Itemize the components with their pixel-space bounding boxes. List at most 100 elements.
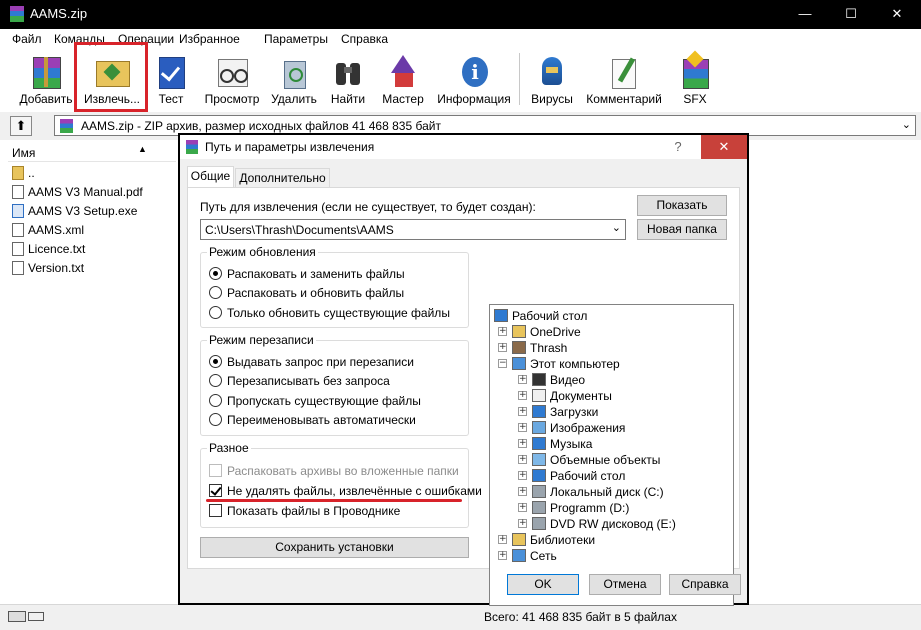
- checkbox[interactable]: [209, 504, 222, 517]
- radio-button[interactable]: [209, 394, 222, 407]
- checkbox[interactable]: [209, 484, 222, 497]
- sfx-label: SFX: [683, 92, 707, 106]
- key-icon: [28, 612, 44, 621]
- menu-favorites[interactable]: Избранное: [179, 32, 240, 46]
- expand-icon[interactable]: +: [498, 343, 507, 352]
- radio-button[interactable]: [209, 306, 222, 319]
- path-input[interactable]: C:\Users\Thrash\Documents\AAMS ⌄: [200, 219, 626, 240]
- expand-icon[interactable]: +: [518, 487, 527, 496]
- expand-icon[interactable]: +: [518, 503, 527, 512]
- expand-icon[interactable]: +: [518, 439, 527, 448]
- expand-icon[interactable]: +: [518, 391, 527, 400]
- expand-icon[interactable]: +: [498, 551, 507, 560]
- expand-icon[interactable]: +: [518, 455, 527, 464]
- archive-add-icon: [28, 53, 64, 89]
- file-name: AAMS V3 Manual.pdf: [28, 185, 143, 199]
- menu-file[interactable]: Файл: [12, 32, 42, 46]
- tree-item-label: Изображения: [550, 421, 626, 435]
- new-folder-button[interactable]: Новая папка: [637, 219, 727, 240]
- test-check-icon: [153, 53, 189, 89]
- overwrite-mode-title: Режим перезаписи: [207, 333, 316, 347]
- virus-scan-button[interactable]: Вирусы: [528, 49, 576, 111]
- comment-button[interactable]: Комментарий: [584, 49, 664, 111]
- tree-item-label: DVD RW дисковод (E:): [550, 517, 676, 531]
- winrar-app-icon: [186, 140, 198, 154]
- menu-options[interactable]: Параметры: [264, 32, 328, 46]
- folder-icon: [512, 325, 526, 338]
- dialog-title: Путь и параметры извлечения: [205, 140, 375, 154]
- wizard-label: Мастер: [382, 92, 424, 106]
- option-label: Перезаписывать без запроса: [227, 374, 390, 388]
- tree-item-label: Рабочий стол: [512, 309, 588, 323]
- view-button[interactable]: Просмотр: [201, 49, 263, 111]
- music-icon: [532, 437, 546, 450]
- column-header-name[interactable]: Имя ▲: [8, 144, 176, 162]
- tree-item-label: Документы: [550, 389, 612, 403]
- minimize-button[interactable]: —: [782, 0, 828, 29]
- expand-icon[interactable]: +: [518, 471, 527, 480]
- delete-label: Удалить: [271, 92, 317, 106]
- expand-icon[interactable]: +: [518, 423, 527, 432]
- radio-button[interactable]: [209, 413, 222, 426]
- tree-item-label: Музыка: [550, 437, 593, 451]
- test-button[interactable]: Тест: [150, 49, 192, 111]
- option-label: Распаковать архивы во вложенные папки: [227, 464, 459, 478]
- tree-item-label: Объемные объекты: [550, 453, 661, 467]
- expand-icon[interactable]: +: [518, 375, 527, 384]
- expand-icon[interactable]: +: [498, 535, 507, 544]
- option-label: Пропускать существующие файлы: [227, 394, 421, 408]
- show-button[interactable]: Показать: [637, 195, 727, 216]
- tab-general[interactable]: Общие: [187, 166, 234, 188]
- expand-icon[interactable]: +: [518, 407, 527, 416]
- up-folder-button[interactable]: ⬆: [10, 116, 32, 136]
- expand-icon[interactable]: +: [518, 519, 527, 528]
- txt-file-icon: [12, 261, 24, 275]
- status-bar: Всего: 41 468 835 байт в 5 файлах: [0, 604, 921, 630]
- save-settings-button[interactable]: Сохранить установки: [200, 537, 469, 558]
- delete-button[interactable]: Удалить: [268, 49, 320, 111]
- 3d-objects-icon: [532, 453, 546, 466]
- info-icon: i: [456, 53, 492, 89]
- find-button[interactable]: Найти: [326, 49, 370, 111]
- tab-advanced[interactable]: Дополнительно: [235, 168, 330, 188]
- virus-scan-label: Вирусы: [531, 92, 573, 106]
- folder-tree[interactable]: Рабочий стол + OneDrive + Thrash − Этот компью…: [489, 304, 734, 606]
- download-icon: [532, 405, 546, 418]
- toolbar-separator: [519, 53, 520, 105]
- tab-panel-general: Путь для извлечения (если не существует,…: [187, 187, 740, 606]
- tree-item-label: Сеть: [530, 549, 557, 563]
- cancel-button[interactable]: Отмена: [589, 574, 661, 595]
- find-label: Найти: [330, 92, 366, 106]
- ok-button[interactable]: OK: [507, 574, 579, 595]
- tree-item-label: OneDrive: [530, 325, 581, 339]
- path-label: Путь для извлечения (если не существует,…: [200, 200, 536, 214]
- radio-button[interactable]: [209, 355, 222, 368]
- help-icon[interactable]: ?: [655, 135, 701, 159]
- tree-item-label: Локальный диск (C:): [550, 485, 664, 499]
- tree-item-label: Thrash: [530, 341, 568, 355]
- pdf-file-icon: [12, 185, 24, 199]
- chevron-down-icon[interactable]: ⌄: [902, 118, 911, 131]
- radio-button[interactable]: [209, 374, 222, 387]
- virus-scan-icon: [534, 53, 570, 89]
- wizard-button[interactable]: Мастер: [378, 49, 428, 111]
- tree-item-label: Рабочий стол: [550, 469, 626, 483]
- collapse-icon[interactable]: −: [498, 359, 507, 368]
- info-button[interactable]: i Информация: [434, 49, 514, 111]
- view-glasses-icon: [214, 53, 250, 89]
- chevron-down-icon[interactable]: ⌄: [612, 221, 621, 234]
- maximize-button[interactable]: ☐: [828, 0, 874, 29]
- option-label: Не удалять файлы, извлечённые с ошибками: [227, 484, 482, 498]
- expand-icon[interactable]: +: [498, 327, 507, 336]
- exe-file-icon: [12, 204, 24, 218]
- dialog-close-button[interactable]: ✕: [701, 135, 747, 159]
- add-button[interactable]: Добавить: [14, 49, 78, 111]
- sfx-button[interactable]: SFX: [674, 49, 716, 111]
- radio-button[interactable]: [209, 286, 222, 299]
- drive-icon: [532, 501, 546, 514]
- recycle-bin-icon: [276, 53, 312, 89]
- radio-button[interactable]: [209, 267, 222, 280]
- menu-help[interactable]: Справка: [341, 32, 388, 46]
- close-button[interactable]: ✕: [874, 0, 920, 29]
- help-button[interactable]: Справка: [669, 574, 741, 595]
